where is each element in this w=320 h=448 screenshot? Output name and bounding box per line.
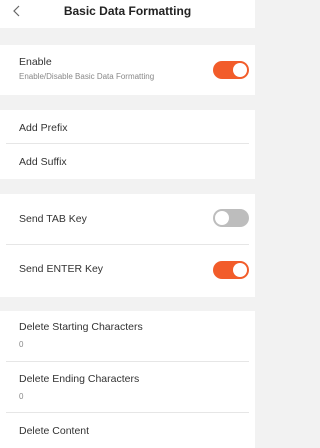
send-tab-toggle[interactable]	[213, 209, 249, 227]
add-suffix-label: Add Suffix	[19, 156, 67, 168]
affix-section: Add Prefix Add Suffix	[0, 110, 255, 179]
enable-description: Enable/Disable Basic Data Formatting	[19, 72, 155, 81]
add-prefix-row[interactable]: Add Prefix	[0, 110, 255, 144]
send-enter-toggle[interactable]	[213, 261, 249, 279]
delete-content-row[interactable]: Delete Content	[0, 413, 255, 448]
enable-label: Enable	[19, 56, 52, 68]
toggle-knob	[233, 263, 247, 277]
send-tab-label: Send TAB Key	[19, 213, 87, 225]
add-suffix-row[interactable]: Add Suffix	[0, 144, 255, 179]
add-prefix-label: Add Prefix	[19, 122, 68, 134]
delete-ending-row[interactable]: Delete Ending Characters 0	[0, 362, 255, 413]
delete-ending-label: Delete Ending Characters	[19, 373, 140, 385]
toggle-knob	[233, 63, 247, 77]
delete-ending-value: 0	[19, 392, 24, 401]
keys-section: Send TAB Key Send ENTER Key	[0, 194, 255, 297]
send-enter-row[interactable]: Send ENTER Key	[0, 245, 255, 297]
enable-row[interactable]: Enable Enable/Disable Basic Data Formatt…	[0, 45, 255, 95]
delete-starting-row[interactable]: Delete Starting Characters 0	[0, 311, 255, 362]
delete-starting-label: Delete Starting Characters	[19, 321, 143, 333]
send-enter-label: Send ENTER Key	[19, 263, 104, 275]
page-title: Basic Data Formatting	[63, 4, 192, 18]
header-bar: Basic Data Formatting	[0, 0, 255, 28]
delete-content-label: Delete Content	[19, 425, 90, 437]
toggle-knob	[215, 211, 229, 225]
delete-section: Delete Starting Characters 0 Delete Endi…	[0, 311, 255, 448]
enable-section: Enable Enable/Disable Basic Data Formatt…	[0, 45, 255, 95]
enable-toggle[interactable]	[213, 61, 249, 79]
send-tab-row[interactable]: Send TAB Key	[0, 194, 255, 245]
delete-starting-value: 0	[19, 340, 24, 349]
